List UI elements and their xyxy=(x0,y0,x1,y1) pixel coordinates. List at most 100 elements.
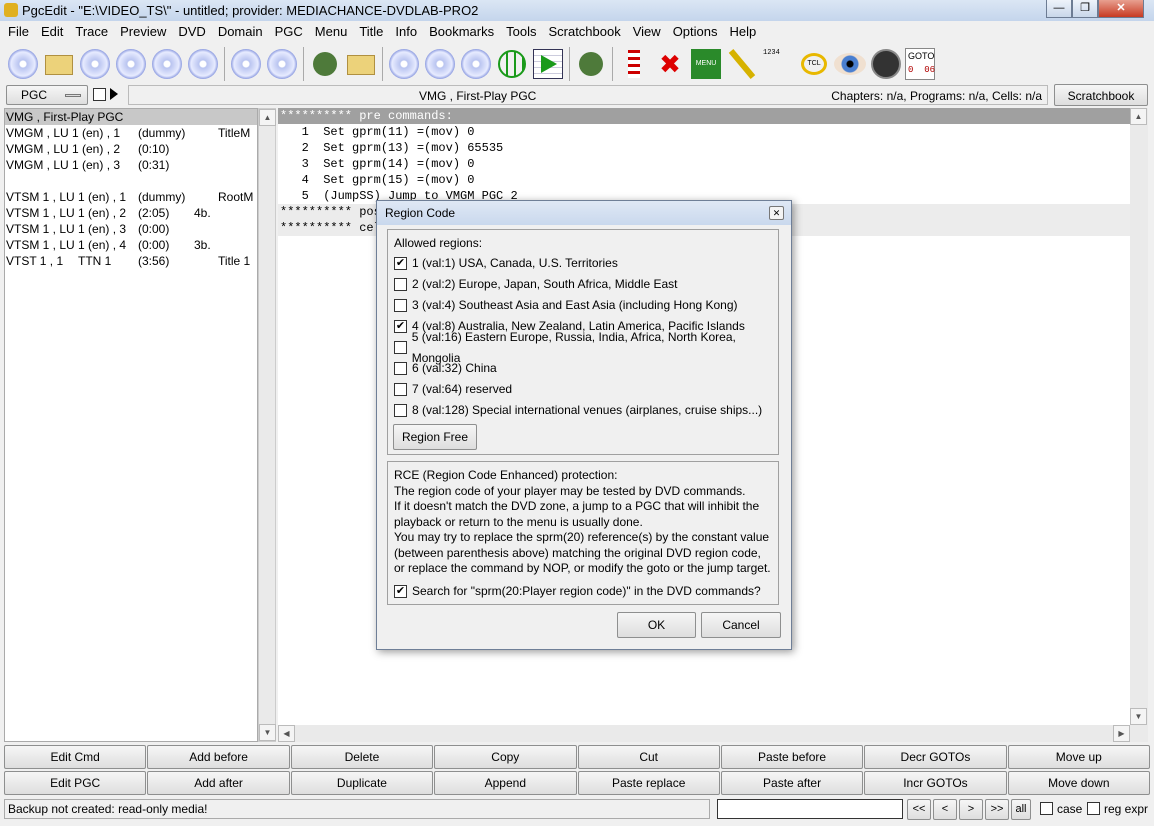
pgc-list-item[interactable]: VMG , First-Play PGC xyxy=(5,109,257,125)
menu-options[interactable]: Options xyxy=(667,21,724,41)
move-up-button[interactable]: Move up xyxy=(1007,745,1150,769)
command-line[interactable]: 2 Set gprm(13) =(mov) 65535 xyxy=(278,140,1130,156)
search-last-button[interactable]: >> xyxy=(985,799,1009,820)
globe-icon[interactable] xyxy=(495,47,529,81)
goto-counter[interactable]: GOTO 0 06 xyxy=(905,48,935,80)
menu-view[interactable]: View xyxy=(627,21,667,41)
add-after-button[interactable]: Add after xyxy=(147,771,290,795)
search-input[interactable] xyxy=(717,799,903,819)
edit-pen-icon[interactable] xyxy=(308,47,342,81)
open-folder-icon[interactable] xyxy=(42,47,76,81)
pgc-list-item[interactable]: VTSM 1 , LU 1 (en) , 2 (2:05) 4b. xyxy=(5,205,257,221)
menu-scratchbook[interactable]: Scratchbook xyxy=(542,21,626,41)
menu-title[interactable]: Title xyxy=(353,21,389,41)
menu-domain[interactable]: Domain xyxy=(212,21,269,41)
region-option[interactable]: 5 (val:16) Eastern Europe, Russia, India… xyxy=(394,330,778,365)
pgc-list[interactable]: VMG , First-Play PGC VMGM , LU 1 (en) , 1… xyxy=(4,108,258,742)
paste-before-button[interactable]: Paste before xyxy=(720,745,864,769)
menu-bookmarks[interactable]: Bookmarks xyxy=(423,21,500,41)
region-free-button[interactable]: Region Free xyxy=(393,424,477,450)
region-checkbox[interactable] xyxy=(394,341,407,354)
search-sprm-checkbox[interactable]: ✔ xyxy=(394,585,407,598)
trace-icon[interactable] xyxy=(869,47,903,81)
region-checkbox[interactable] xyxy=(394,278,407,291)
selector-checkbox[interactable] xyxy=(93,88,106,101)
search-disc-icon[interactable] xyxy=(186,47,220,81)
copy-button[interactable]: Copy xyxy=(434,745,577,769)
tcl-icon[interactable]: TCL xyxy=(797,47,831,81)
region-checkbox[interactable]: ✔ xyxy=(394,320,407,333)
check-disc-icon[interactable] xyxy=(387,47,421,81)
pgc-list-scrollbar[interactable]: ▲ ▼ xyxy=(258,108,276,742)
delete-button[interactable]: Delete xyxy=(290,745,434,769)
film-reel-icon[interactable] xyxy=(574,47,608,81)
burn-icon[interactable] xyxy=(150,47,184,81)
pgc-list-item[interactable]: VMGM , LU 1 (en) , 3 (0:31) xyxy=(5,157,257,173)
search-sprm-option[interactable]: ✔ Search for "sprm(20:Player region code… xyxy=(394,581,761,602)
scroll-down-icon[interactable]: ▼ xyxy=(259,724,276,741)
dialog-close-button[interactable]: ✕ xyxy=(769,206,784,220)
region-option[interactable]: 2 (val:2) Europe, Japan, South Africa, M… xyxy=(394,274,778,295)
append-button[interactable]: Append xyxy=(434,771,577,795)
checklist-icon[interactable] xyxy=(617,47,651,81)
regex-checkbox[interactable] xyxy=(1087,802,1100,815)
scroll-right-icon[interactable]: ▶ xyxy=(1113,725,1130,742)
import-disc-icon[interactable] xyxy=(265,47,299,81)
play-arrow-icon[interactable] xyxy=(110,88,118,100)
restore-button[interactable]: ❐ xyxy=(1072,0,1098,18)
region-checkbox[interactable] xyxy=(394,362,407,375)
scroll-up-icon[interactable]: ▲ xyxy=(259,109,276,126)
play-table-icon[interactable] xyxy=(531,47,565,81)
duplicate-button[interactable]: Duplicate xyxy=(290,771,434,795)
scroll-down-icon[interactable]: ▼ xyxy=(1130,708,1147,725)
paste-replace-button[interactable]: Paste replace xyxy=(577,771,720,795)
paste-after-button[interactable]: Paste after xyxy=(720,771,864,795)
search-next-button[interactable]: > xyxy=(959,799,983,820)
menu-file[interactable]: File xyxy=(2,21,35,41)
edit-pgc-button[interactable]: Edit PGC xyxy=(4,771,147,795)
region-checkbox[interactable] xyxy=(394,404,407,417)
menu-menu[interactable]: Menu xyxy=(309,21,354,41)
cut-button[interactable]: Cut xyxy=(577,745,720,769)
numbers-icon[interactable]: 1234 xyxy=(761,47,795,81)
scratchbook-button[interactable]: Scratchbook xyxy=(1054,84,1148,106)
region-option[interactable]: ✔ 1 (val:1) USA, Canada, U.S. Territories xyxy=(394,253,778,274)
close-button[interactable]: ✕ xyxy=(1098,0,1144,18)
grid-x-icon[interactable]: ✖ xyxy=(653,47,687,81)
pgc-list-item[interactable]: VMGM , LU 1 (en) , 1 (dummy) TitleM xyxy=(5,125,257,141)
region-option[interactable]: 3 (val:4) Southeast Asia and East Asia (… xyxy=(394,295,778,316)
menu-dvd[interactable]: DVD xyxy=(172,21,211,41)
menu-help[interactable]: Help xyxy=(724,21,763,41)
open-dvd-icon[interactable] xyxy=(6,47,40,81)
domain-dropdown[interactable]: PGC xyxy=(6,85,88,105)
incr-gotos-button[interactable]: Incr GOTOs xyxy=(864,771,1007,795)
region-checkbox[interactable]: ✔ xyxy=(394,257,407,270)
chain-icon[interactable] xyxy=(725,47,759,81)
menu-icon[interactable]: MENU xyxy=(689,47,723,81)
menu-trace[interactable]: Trace xyxy=(69,21,114,41)
copy-disc-icon[interactable] xyxy=(229,47,263,81)
pgc-list-item[interactable]: VTST 1 , 1 TTN 1 (3:56) Title 1 xyxy=(5,253,257,269)
ok-button[interactable]: OK xyxy=(617,612,696,638)
menu-pgc[interactable]: PGC xyxy=(269,21,309,41)
scroll-left-icon[interactable]: ◀ xyxy=(278,725,295,742)
disc-document-icon[interactable] xyxy=(459,47,493,81)
region-checkbox[interactable] xyxy=(394,383,407,396)
pgc-list-item[interactable] xyxy=(5,173,257,189)
cancel-button[interactable]: Cancel xyxy=(701,612,781,638)
pgc-list-item[interactable]: VTSM 1 , LU 1 (en) , 4 (0:00) 3b. xyxy=(5,237,257,253)
menu-edit[interactable]: Edit xyxy=(35,21,69,41)
search-previous-button[interactable]: < xyxy=(933,799,957,820)
add-before-button[interactable]: Add before xyxy=(147,745,290,769)
case-checkbox[interactable] xyxy=(1040,802,1053,815)
eye-icon[interactable] xyxy=(833,47,867,81)
editor-vertical-scrollbar[interactable]: ▲ ▼ xyxy=(1130,108,1148,725)
edit-cmd-button[interactable]: Edit Cmd xyxy=(4,745,147,769)
search-first-button[interactable]: << xyxy=(907,799,931,820)
editor-horizontal-scrollbar[interactable]: ◀ ▶ xyxy=(278,725,1148,742)
move-down-button[interactable]: Move down xyxy=(1007,771,1150,795)
search-all-button[interactable]: all xyxy=(1011,799,1031,820)
menu-preview[interactable]: Preview xyxy=(114,21,172,41)
scroll-up-icon[interactable]: ▲ xyxy=(1130,108,1147,125)
pgc-list-item[interactable]: VMGM , LU 1 (en) , 2 (0:10) xyxy=(5,141,257,157)
